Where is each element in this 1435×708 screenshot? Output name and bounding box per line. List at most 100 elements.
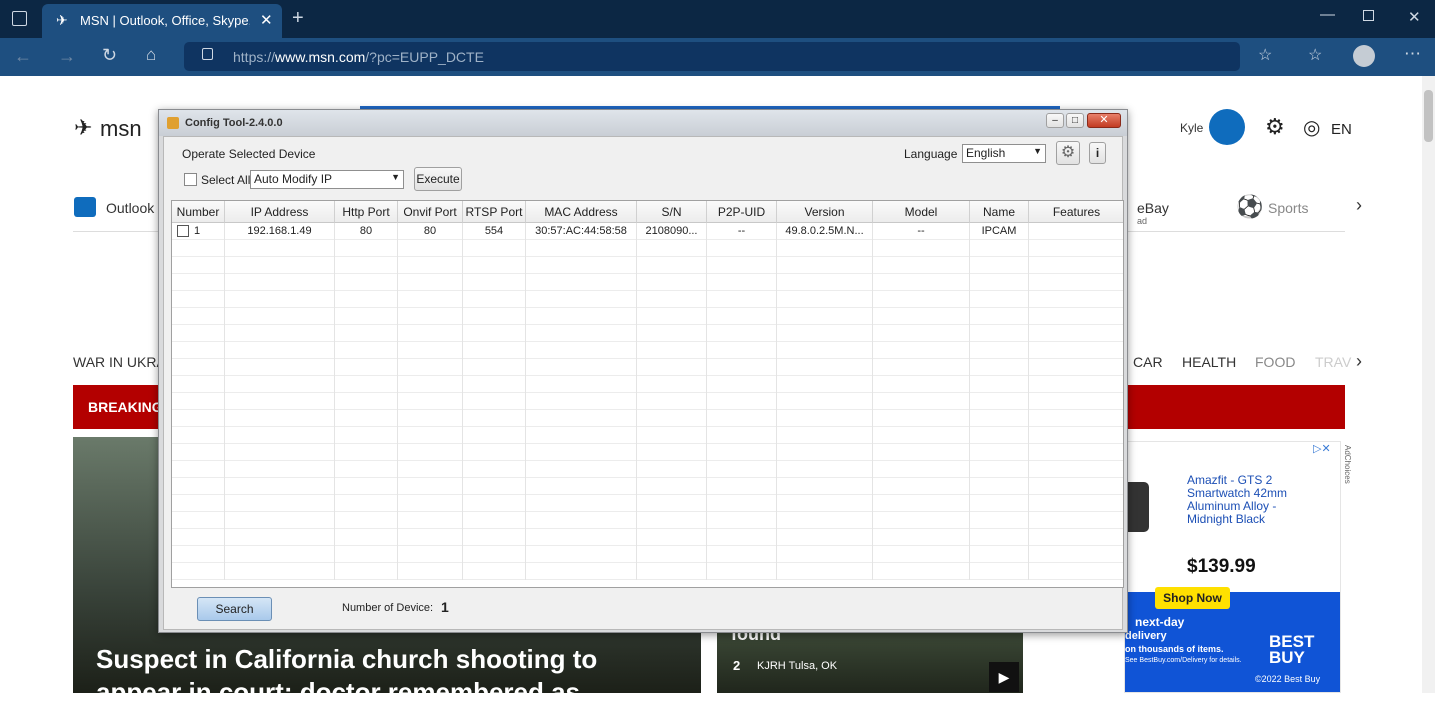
column-header-model[interactable]: Model [873,201,970,223]
dialog-maximize-button[interactable]: □ [1066,113,1084,128]
globe-icon[interactable]: ◎ [1303,115,1320,140]
table-row[interactable] [172,325,1123,342]
dialog-body: Operate Selected Device Select All Auto … [163,136,1124,630]
page-scrollbar[interactable] [1422,76,1435,693]
table-row[interactable] [172,512,1123,529]
cell-p2p-uid [707,308,777,325]
nav-car[interactable]: CAR [1133,354,1163,370]
more-menu-icon[interactable]: ⋯ [1404,44,1421,64]
table-row[interactable] [172,359,1123,376]
cell-rtsp-port [463,376,526,393]
refresh-icon[interactable]: ↻ [102,45,117,66]
column-header-http-port[interactable]: Http Port [335,201,398,223]
settings-gear-icon[interactable]: ⚙ [1265,114,1285,140]
table-row[interactable] [172,393,1123,410]
nav-health[interactable]: HEALTH [1182,354,1236,370]
play-icon[interactable]: ▶ [989,662,1019,692]
column-header-number[interactable]: Number [172,201,225,223]
window-close-icon[interactable]: ✕ [1408,8,1421,26]
cell-name [970,393,1029,410]
cell-p2p-uid: -- [707,223,777,240]
nav-travel[interactable]: TRAV [1315,354,1351,370]
column-header-ip-address[interactable]: IP Address [225,201,335,223]
url-field[interactable]: https://www.msn.com/?pc=EUPP_DCTE [184,42,1240,71]
table-row[interactable] [172,427,1123,444]
link-sports[interactable]: Sports [1268,200,1308,216]
ad-product[interactable]: Amazfit - GTS 2 Smartwatch 42mm Aluminum… [1187,474,1317,526]
table-row[interactable] [172,291,1123,308]
back-icon[interactable]: ← [14,46,32,67]
cell-name [970,291,1029,308]
forward-icon[interactable]: → [58,46,76,67]
cell-sn: 2108090... [637,223,707,240]
dialog-close-button[interactable]: ✕ [1087,113,1121,128]
table-row[interactable] [172,257,1123,274]
table-row[interactable] [172,376,1123,393]
column-header-mac-address[interactable]: MAC Address [526,201,637,223]
minimize-icon[interactable]: — [1320,6,1335,23]
browser-tab[interactable]: ✈ MSN | Outlook, Office, Skype, Bi ✕ [42,4,282,38]
cell-version [777,563,873,580]
ad-choices-icon[interactable]: ▷✕ [1313,442,1331,455]
select-all-checkbox[interactable] [184,173,197,186]
cell-version [777,427,873,444]
table-row[interactable]: 1 192.168.1.49 80 80 554 30:57:AC:44:58:58 210… [172,223,1123,240]
table-row[interactable] [172,529,1123,546]
column-header-rtsp-port[interactable]: RTSP Port [463,201,526,223]
table-row[interactable] [172,342,1123,359]
favorites-icon[interactable]: ☆ [1308,45,1322,65]
column-header-p2p-uid[interactable]: P2P-UID [707,201,777,223]
ebay-ad-label: ad [1137,216,1148,226]
ad-choices-label[interactable]: AdChoices [1343,445,1352,484]
cell-name [970,308,1029,325]
info-button[interactable]: i [1089,142,1106,164]
ad-box[interactable]: ▷✕ Amazfit - GTS 2 Smartwatch 42mm Alumi… [1124,441,1341,693]
execute-button[interactable]: Execute [414,167,462,191]
nav-next-chevron-icon[interactable]: › [1356,351,1362,372]
home-icon[interactable]: ⌂ [146,45,156,65]
column-header-features[interactable]: Features [1029,201,1123,223]
maximize-icon[interactable] [1363,10,1374,21]
nav-food[interactable]: FOOD [1255,354,1295,370]
user-avatar[interactable] [1209,109,1245,145]
table-row[interactable] [172,563,1123,580]
column-header-sn[interactable]: S/N [637,201,707,223]
links-next-chevron-icon[interactable]: › [1356,195,1362,216]
table-row[interactable] [172,495,1123,512]
link-ebay[interactable]: eBay [1137,200,1169,216]
add-favorite-icon[interactable]: ☆ [1258,45,1272,65]
link-outlook[interactable]: Outlook [106,200,154,216]
table-row[interactable] [172,478,1123,495]
dialog-minimize-button[interactable]: – [1046,113,1064,128]
search-button[interactable]: Search [197,597,272,621]
language-select[interactable]: English ▼ [962,144,1046,163]
new-tab-icon[interactable]: + [292,7,304,30]
nav-war-in-ukraine[interactable]: WAR IN UKRA [73,354,166,370]
profile-avatar[interactable] [1353,45,1375,67]
column-header-onvif-port[interactable]: Onvif Port [398,201,463,223]
table-row[interactable] [172,461,1123,478]
shop-now-button[interactable]: Shop Now [1155,587,1230,609]
cell-onvif-port [398,478,463,495]
tab-actions-icon[interactable] [12,11,27,26]
table-row[interactable] [172,410,1123,427]
column-header-name[interactable]: Name [970,201,1029,223]
tab-close-icon[interactable]: ✕ [260,11,273,29]
column-header-version[interactable]: Version [777,201,873,223]
msn-logo-icon[interactable]: ✈ [74,115,92,141]
table-row[interactable] [172,546,1123,563]
table-row[interactable] [172,444,1123,461]
cell-version [777,512,873,529]
table-row[interactable] [172,274,1123,291]
scrollbar-thumb[interactable] [1424,90,1433,142]
table-row[interactable] [172,308,1123,325]
dialog-title-bar[interactable]: Config Tool-2.4.0.0 – □ ✕ [159,110,1127,136]
table-row[interactable] [172,240,1123,257]
mode-select[interactable]: Auto Modify IP ▼ [250,170,404,189]
cell-p2p-uid [707,529,777,546]
settings-button[interactable]: ⚙ [1056,141,1080,165]
language-code[interactable]: EN [1331,121,1352,138]
msn-logo[interactable]: msn [100,116,142,142]
select-all-label[interactable]: Select All [201,173,250,187]
cell-ip-address [225,291,335,308]
